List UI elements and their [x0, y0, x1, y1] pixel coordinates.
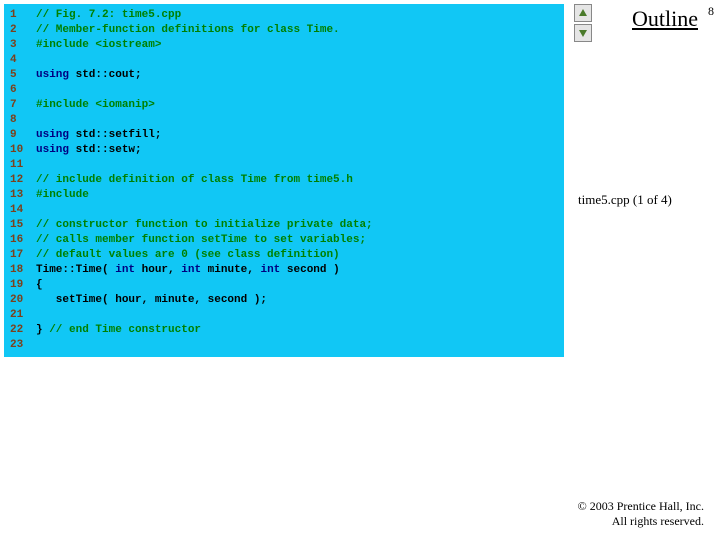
- code-text: } // end Time constructor: [36, 323, 201, 338]
- line-number: 11: [10, 158, 36, 173]
- code-text: // Member-function definitions for class…: [36, 23, 340, 38]
- code-line: 4: [10, 53, 558, 68]
- line-number: 17: [10, 248, 36, 263]
- line-number: 13: [10, 188, 36, 203]
- line-number: 1: [10, 8, 36, 23]
- code-text: using std::setfill;: [36, 128, 161, 143]
- line-number: 5: [10, 68, 36, 83]
- line-number: 6: [10, 83, 36, 98]
- code-text: #include <iostream>: [36, 38, 161, 53]
- nav-up-button[interactable]: [574, 4, 592, 22]
- code-text: setTime( hour, minute, second );: [36, 293, 267, 308]
- code-text: using std::cout;: [36, 68, 142, 83]
- code-line: 10using std::setw;: [10, 143, 558, 158]
- code-text: // default values are 0 (see class defin…: [36, 248, 340, 263]
- code-line: 13#include: [10, 188, 558, 203]
- line-number: 15: [10, 218, 36, 233]
- line-number: 22: [10, 323, 36, 338]
- code-line: 6: [10, 83, 558, 98]
- code-line: 8: [10, 113, 558, 128]
- code-line: 11: [10, 158, 558, 173]
- code-listing: 1// Fig. 7.2: time5.cpp2// Member-functi…: [4, 4, 564, 357]
- triangle-up-icon: [578, 8, 588, 18]
- code-line: 23: [10, 338, 558, 353]
- code-text: #include: [36, 188, 89, 203]
- code-text: #include <iomanip>: [36, 98, 155, 113]
- code-text: using std::setw;: [36, 143, 142, 158]
- code-text: // Fig. 7.2: time5.cpp: [36, 8, 181, 23]
- copyright-line2: All rights reserved.: [578, 514, 704, 530]
- code-text: // calls member function setTime to set …: [36, 233, 366, 248]
- code-line: 18Time::Time( int hour, int minute, int …: [10, 263, 558, 278]
- code-text: // constructor function to initialize pr…: [36, 218, 373, 233]
- line-number: 19: [10, 278, 36, 293]
- line-number: 18: [10, 263, 36, 278]
- copyright-notice: © 2003 Prentice Hall, Inc. All rights re…: [578, 499, 704, 530]
- line-number: 12: [10, 173, 36, 188]
- code-line: 2// Member-function definitions for clas…: [10, 23, 558, 38]
- line-number: 20: [10, 293, 36, 308]
- code-line: 9using std::setfill;: [10, 128, 558, 143]
- nav-down-button[interactable]: [574, 24, 592, 42]
- code-line: 3#include <iostream>: [10, 38, 558, 53]
- line-number: 4: [10, 53, 36, 68]
- code-line: 17// default values are 0 (see class def…: [10, 248, 558, 263]
- code-line: 12// include definition of class Time fr…: [10, 173, 558, 188]
- code-line: 1// Fig. 7.2: time5.cpp: [10, 8, 558, 23]
- nav-buttons: [574, 4, 592, 42]
- line-number: 8: [10, 113, 36, 128]
- triangle-down-icon: [578, 28, 588, 38]
- code-text: Time::Time( int hour, int minute, int se…: [36, 263, 340, 278]
- code-line: 19{: [10, 278, 558, 293]
- copyright-line1: © 2003 Prentice Hall, Inc.: [578, 499, 704, 515]
- code-line: 21: [10, 308, 558, 323]
- line-number: 2: [10, 23, 36, 38]
- line-number: 3: [10, 38, 36, 53]
- outline-heading: Outline: [632, 6, 698, 32]
- code-line: 14: [10, 203, 558, 218]
- code-line: 20 setTime( hour, minute, second );: [10, 293, 558, 308]
- code-line: 7#include <iomanip>: [10, 98, 558, 113]
- line-number: 14: [10, 203, 36, 218]
- code-line: 5using std::cout;: [10, 68, 558, 83]
- code-text: // include definition of class Time from…: [36, 173, 353, 188]
- slide-subtitle: time5.cpp (1 of 4): [578, 192, 708, 208]
- line-number: 23: [10, 338, 36, 353]
- code-line: 16// calls member function setTime to se…: [10, 233, 558, 248]
- line-number: 9: [10, 128, 36, 143]
- page-number: 8: [708, 4, 714, 19]
- line-number: 7: [10, 98, 36, 113]
- code-line: 22} // end Time constructor: [10, 323, 558, 338]
- code-line: 15// constructor function to initialize …: [10, 218, 558, 233]
- line-number: 10: [10, 143, 36, 158]
- line-number: 16: [10, 233, 36, 248]
- line-number: 21: [10, 308, 36, 323]
- code-text: {: [36, 278, 43, 293]
